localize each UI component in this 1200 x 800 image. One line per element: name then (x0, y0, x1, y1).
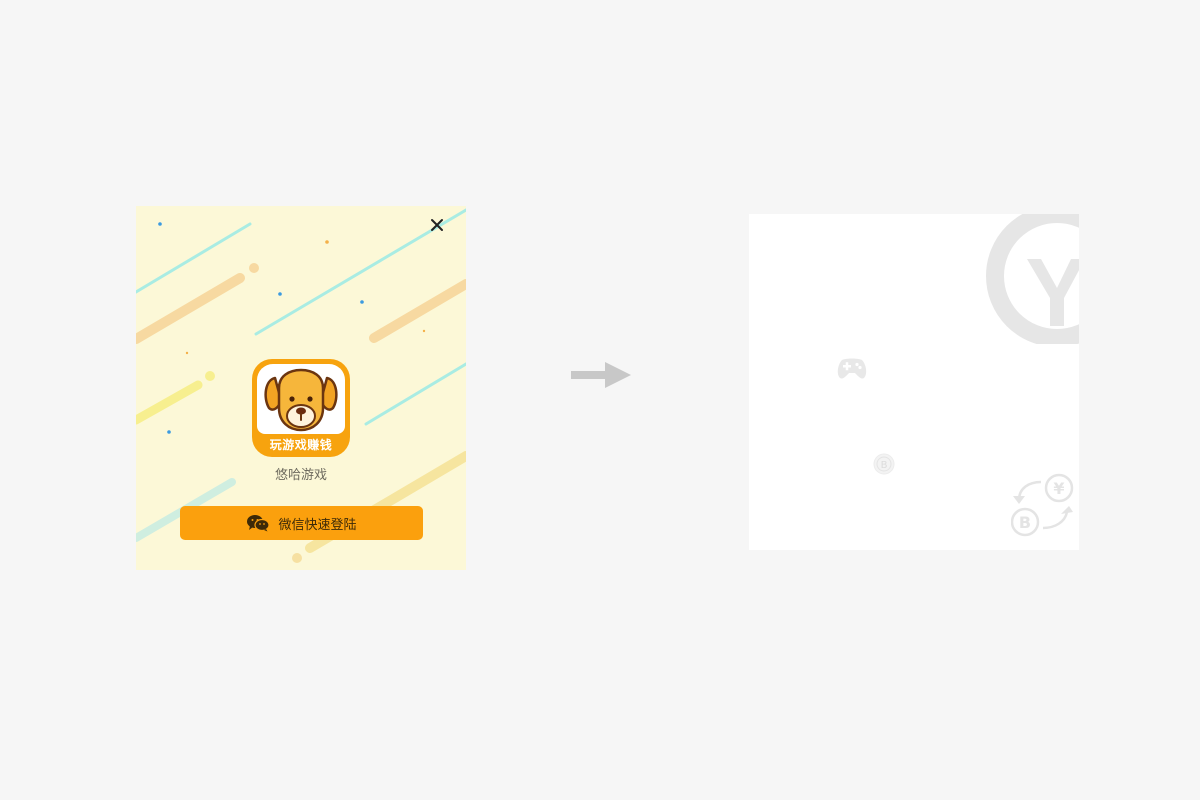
logo-watermark-icon (986, 214, 1079, 344)
app-icon: 玩游戏赚钱 (252, 359, 350, 457)
svg-text:B: B (1019, 513, 1031, 532)
svg-text:B: B (881, 460, 888, 471)
close-button[interactable] (426, 214, 448, 236)
gamepad-icon (837, 358, 867, 379)
svg-text:¥: ¥ (1053, 479, 1064, 498)
dog-icon (264, 368, 338, 432)
login-button-label: 微信快速登陆 (278, 517, 357, 533)
wechat-login-button[interactable]: 微信快速登陆 (180, 506, 423, 540)
bitcoin-coin-icon: B (873, 453, 895, 475)
close-icon (431, 219, 443, 231)
transition-arrow (571, 361, 631, 395)
wechat-icon (247, 515, 271, 532)
app-name: 悠哈游戏 (274, 468, 327, 483)
app-icon-banner: 玩游戏赚钱 (269, 438, 333, 452)
blank-screen: B ¥ B (749, 214, 1079, 550)
arrow-right-icon (571, 362, 631, 388)
currency-exchange-icon: ¥ B (1011, 473, 1074, 537)
login-card: 玩游戏赚钱 悠哈游戏 微信快速登陆 (136, 206, 466, 570)
